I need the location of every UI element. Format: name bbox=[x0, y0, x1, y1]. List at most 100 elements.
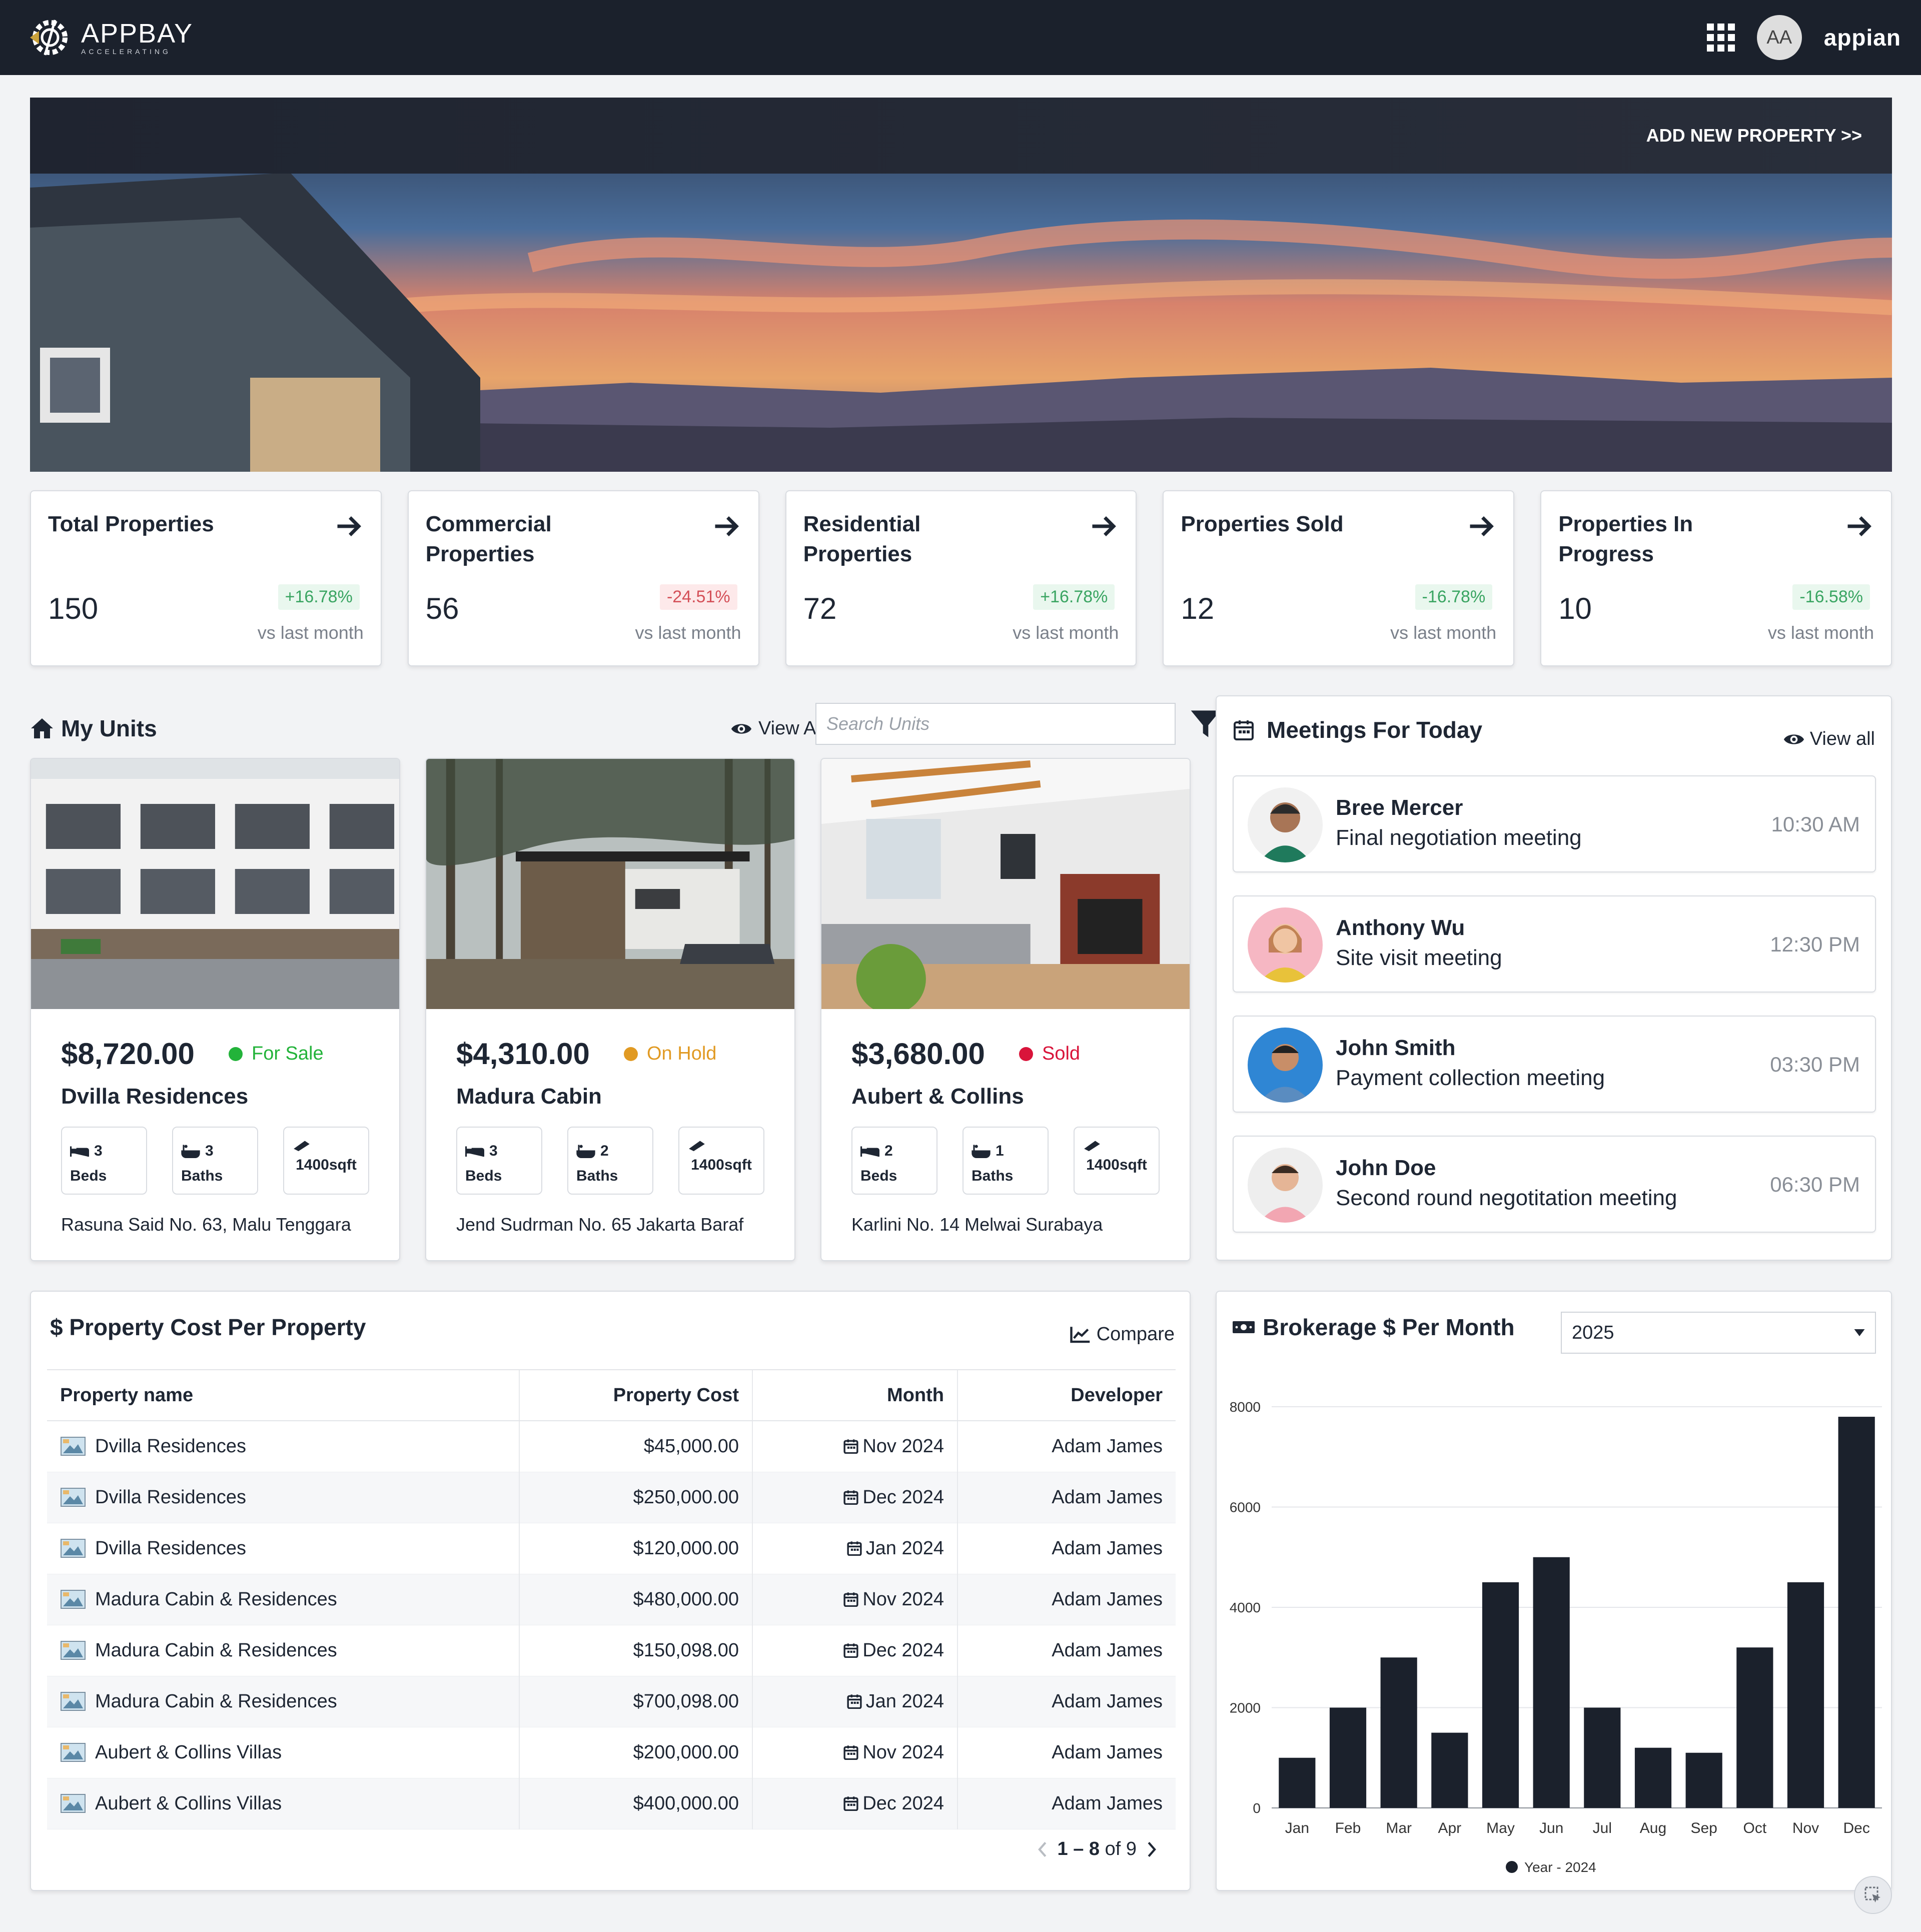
kpi-total-properties[interactable]: Total Properties 150 +16.78% vs last mon… bbox=[30, 490, 382, 666]
unit-features: 2 Beds 1 Baths 1400sqft bbox=[851, 1127, 1160, 1195]
kpi-residential-properties[interactable]: Residential Properties 72 +16.78% vs las… bbox=[785, 490, 1137, 666]
month-value: Jan 2024 bbox=[865, 1537, 944, 1559]
bar-feb bbox=[1329, 1707, 1367, 1808]
unit-photo-living-room bbox=[821, 759, 1190, 1009]
kpi-title: Residential Properties bbox=[803, 512, 921, 566]
column-header-developer[interactable]: Developer bbox=[957, 1369, 1176, 1421]
y-tick-label: 6000 bbox=[1230, 1500, 1261, 1515]
app-grid-icon[interactable] bbox=[1706, 24, 1735, 52]
table-row[interactable]: Madura Cabin & Residences $150,098.00 Dec … bbox=[47, 1625, 1176, 1676]
my-units-title-text: My Units bbox=[61, 715, 157, 741]
bed-icon bbox=[860, 1146, 879, 1157]
table-row[interactable]: Madura Cabin & Residences $700,098.00 Jan … bbox=[47, 1676, 1176, 1727]
meeting-item[interactable]: John Doe Second round negotitation meeti… bbox=[1233, 1136, 1876, 1233]
kpi-commercial-properties[interactable]: Commercial Properties 56 -24.51% vs last… bbox=[407, 490, 759, 666]
area-value: 1400sqft bbox=[296, 1157, 357, 1173]
kpi-title: Properties Sold bbox=[1181, 512, 1344, 536]
meeting-item[interactable]: John Smith Payment collection meeting 03… bbox=[1233, 1016, 1876, 1113]
cell-month: Nov 2024 bbox=[752, 1574, 957, 1625]
units-view-all-link[interactable]: View All bbox=[730, 718, 824, 739]
property-name: Madura Cabin & Residences bbox=[95, 1588, 337, 1610]
pager-total: of 9 bbox=[1105, 1838, 1137, 1859]
vendor-logo: appian bbox=[1823, 25, 1901, 51]
unit-photo-townhouses bbox=[31, 759, 399, 1009]
search-units-input[interactable] bbox=[815, 703, 1176, 745]
kpi-change-badge: -24.51% bbox=[659, 584, 737, 610]
property-cost-panel: $ Property Cost Per Property Compare Pro… bbox=[30, 1291, 1191, 1891]
status-label: On Hold bbox=[647, 1043, 717, 1064]
arrow-right-icon[interactable] bbox=[711, 511, 741, 541]
avatar bbox=[1248, 907, 1323, 983]
x-tick-label: Aug bbox=[1640, 1820, 1666, 1836]
kpi-properties-sold[interactable]: Properties Sold 12 -16.78% vs last month bbox=[1163, 490, 1515, 666]
beds-count: 3 bbox=[94, 1143, 103, 1159]
kpi-value: 150 bbox=[48, 592, 99, 625]
arrow-right-icon[interactable] bbox=[1089, 511, 1119, 541]
month-value: Dec 2024 bbox=[862, 1486, 944, 1508]
table-row[interactable]: Aubert & Collins Villas $200,000.00 Nov 20… bbox=[47, 1727, 1176, 1778]
legend-marker bbox=[1506, 1861, 1518, 1873]
unit-features: 3 Beds 2 Baths 1400sqft bbox=[456, 1127, 764, 1195]
chevron-left-icon[interactable] bbox=[1037, 1841, 1048, 1858]
baths-feature: 1 Baths bbox=[963, 1127, 1049, 1195]
compare-link[interactable]: Compare bbox=[1070, 1324, 1175, 1345]
arrow-right-icon[interactable] bbox=[1466, 511, 1496, 541]
bar-nov bbox=[1787, 1582, 1824, 1808]
cell-month: Jan 2024 bbox=[752, 1523, 957, 1574]
cell-property-name: Aubert & Collins Villas bbox=[47, 1778, 519, 1829]
property-name: Madura Cabin & Residences bbox=[95, 1639, 337, 1661]
unit-card-dvilla[interactable]: $8,720.00 For Sale Dvilla Residences 3 B… bbox=[30, 758, 400, 1261]
column-header-property-cost[interactable]: Property Cost bbox=[519, 1369, 752, 1421]
table-row[interactable]: Aubert & Collins Villas $400,000.00 Dec 20… bbox=[47, 1778, 1176, 1829]
area-feature: 1400sqft bbox=[678, 1127, 764, 1195]
meeting-person: Bree Mercer bbox=[1336, 795, 1463, 820]
bar-dec bbox=[1838, 1417, 1875, 1808]
month-value: Nov 2024 bbox=[862, 1588, 944, 1610]
add-new-property-link[interactable]: ADD NEW PROPERTY >> bbox=[1646, 125, 1862, 146]
table-row[interactable]: Dvilla Residences $45,000.00 Nov 2024 Adam … bbox=[47, 1421, 1176, 1472]
column-header-property-name[interactable]: Property name bbox=[47, 1369, 519, 1421]
meetings-title-text: Meetings For Today bbox=[1267, 717, 1483, 743]
brand-logo[interactable]: APPBAY ACCELERATING bbox=[20, 10, 193, 65]
chevron-right-icon[interactable] bbox=[1147, 1841, 1158, 1858]
month-value: Dec 2024 bbox=[862, 1792, 944, 1814]
arrow-right-icon[interactable] bbox=[1844, 511, 1874, 541]
month-value: Nov 2024 bbox=[862, 1741, 944, 1763]
calendar-icon bbox=[847, 1694, 862, 1709]
column-header-month[interactable]: Month bbox=[752, 1369, 957, 1421]
calendar-icon bbox=[843, 1439, 858, 1454]
kpi-value: 10 bbox=[1558, 592, 1592, 625]
my-units-title: My Units bbox=[30, 715, 157, 742]
year-select[interactable]: 2025 bbox=[1561, 1312, 1876, 1354]
meeting-item[interactable]: Bree Mercer Final negotiation meeting 10… bbox=[1233, 775, 1876, 872]
kpi-properties-in-progress[interactable]: Properties In Progress 10 -16.58% vs las… bbox=[1540, 490, 1892, 666]
property-cost-table: Property name Property Cost Month Develo… bbox=[47, 1369, 1176, 1829]
bar-jan bbox=[1279, 1757, 1316, 1808]
property-thumbnail-icon bbox=[61, 1641, 86, 1660]
meeting-time: 12:30 PM bbox=[1770, 932, 1860, 956]
feedback-button[interactable] bbox=[1854, 1876, 1892, 1914]
table-row[interactable]: Dvilla Residences $120,000.00 Jan 2024 Adam… bbox=[47, 1523, 1176, 1574]
view-all-label: View All bbox=[758, 718, 825, 739]
eye-icon bbox=[731, 723, 752, 734]
property-thumbnail-icon bbox=[61, 1539, 86, 1558]
bath-icon bbox=[576, 1145, 595, 1158]
unit-card-madura[interactable]: $4,310.00 On Hold Madura Cabin 3 Beds 2 … bbox=[425, 758, 795, 1261]
arrow-right-icon[interactable] bbox=[334, 511, 364, 541]
meeting-item[interactable]: Anthony Wu Site visit meeting 12:30 PM bbox=[1233, 895, 1876, 993]
user-avatar[interactable]: AA bbox=[1756, 15, 1802, 60]
meeting-person: John Doe bbox=[1336, 1156, 1436, 1180]
brand-tagline: ACCELERATING bbox=[81, 48, 171, 56]
y-tick-label: 0 bbox=[1253, 1800, 1261, 1816]
area-feature: 1400sqft bbox=[1074, 1127, 1160, 1195]
meetings-view-all-link[interactable]: View all bbox=[1783, 728, 1875, 750]
unit-address: Jend Sudrman No. 65 Jakarta Baraf bbox=[456, 1214, 744, 1235]
unit-card-aubert[interactable]: $3,680.00 Sold Aubert & Collins 2 Beds 1… bbox=[820, 758, 1191, 1261]
table-row[interactable]: Madura Cabin & Residences $480,000.00 Nov … bbox=[47, 1574, 1176, 1625]
table-header-row: Property name Property Cost Month Develo… bbox=[47, 1369, 1176, 1421]
table-row[interactable]: Dvilla Residences $250,000.00 Dec 2024 Adam… bbox=[47, 1472, 1176, 1523]
cell-month: Jan 2024 bbox=[752, 1676, 957, 1727]
cell-property-cost: $200,000.00 bbox=[519, 1727, 752, 1778]
brokerage-title: Brokerage $ Per Month bbox=[1232, 1314, 1515, 1341]
status-dot-icon bbox=[1019, 1047, 1033, 1061]
